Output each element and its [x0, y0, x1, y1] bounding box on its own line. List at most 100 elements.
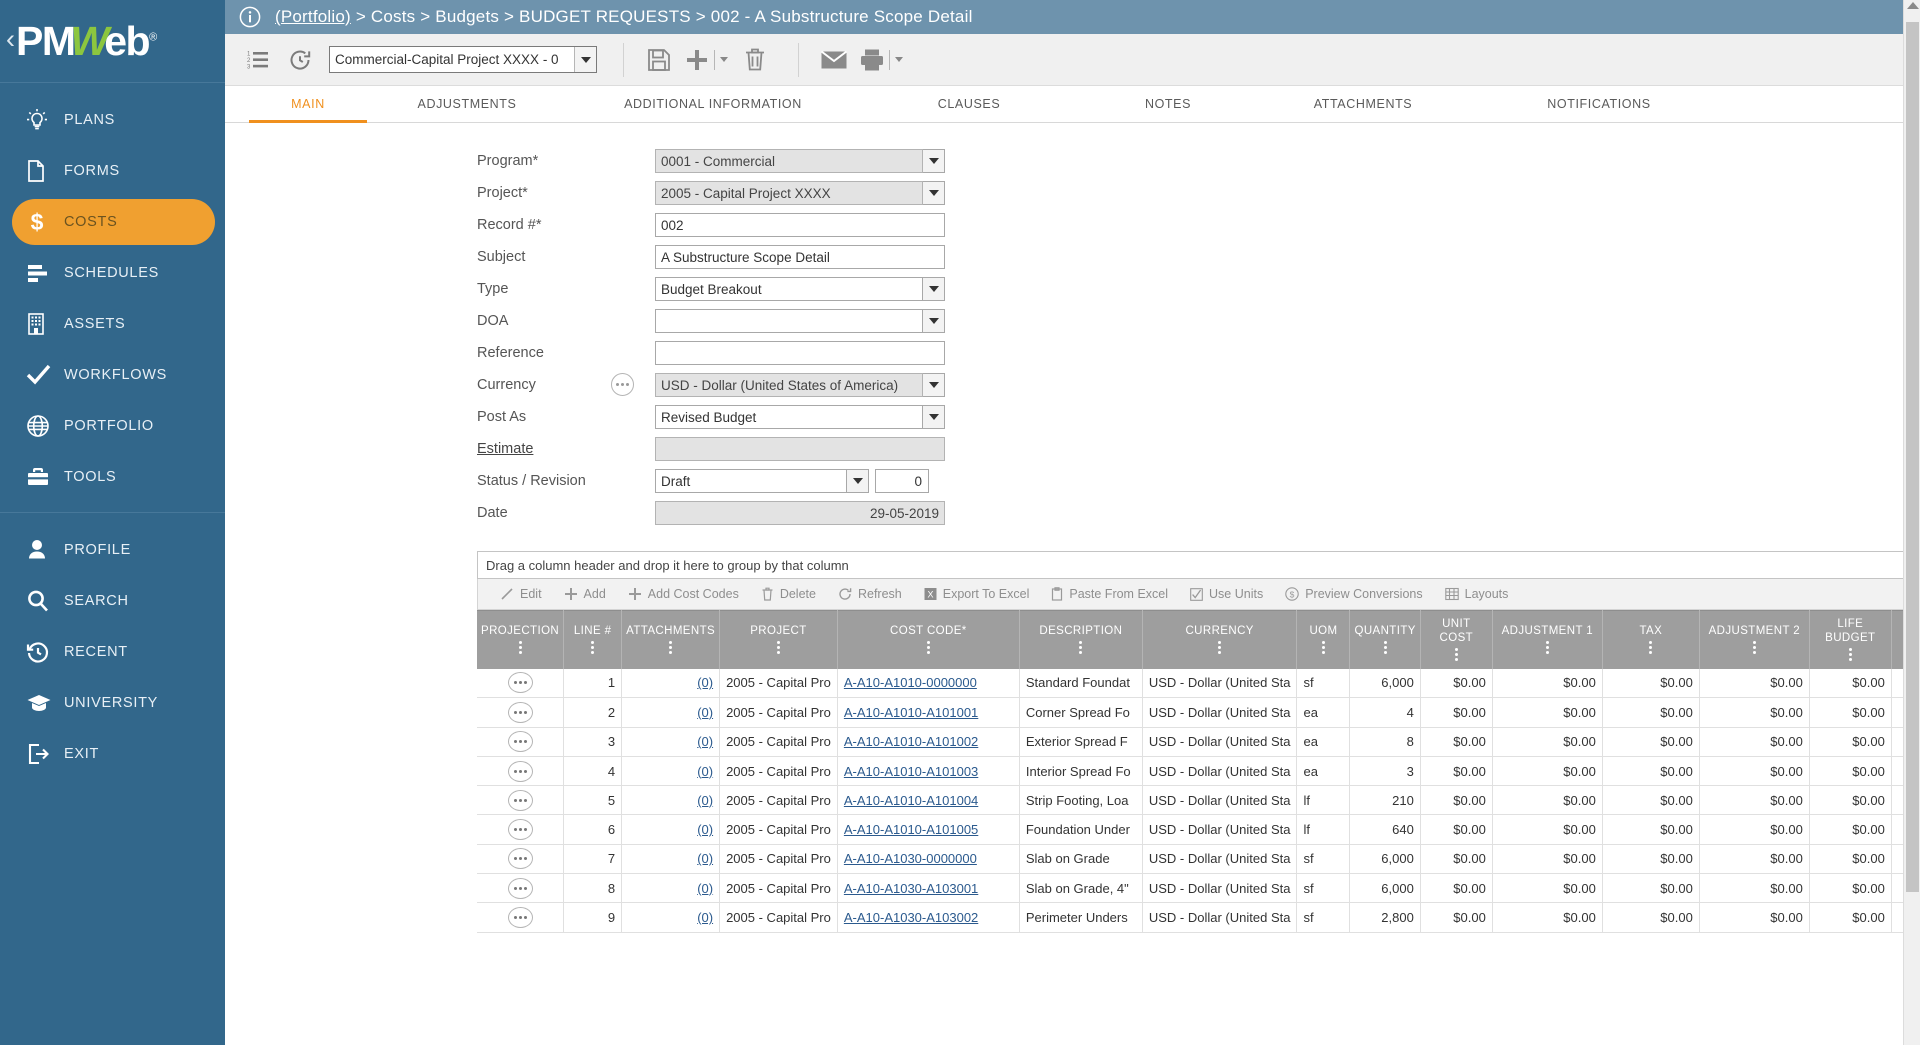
row-menu-button[interactable] — [507, 731, 533, 753]
row-menu-button[interactable] — [507, 672, 533, 694]
table-row[interactable]: 5 (0) 2005 - Capital Pro A-A10-A1010-A10100… — [477, 785, 1920, 816]
program-field[interactable]: 0001 - Commercial — [655, 149, 945, 173]
chevron-down-icon[interactable] — [923, 373, 945, 397]
grid-preview-conversions-button[interactable]: $ Preview Conversions — [1285, 587, 1423, 601]
row-menu-button[interactable] — [507, 907, 533, 929]
column-menu-icon[interactable] — [1383, 640, 1387, 654]
table-row[interactable]: 7 (0) 2005 - Capital Pro A-A10-A1030-000000… — [477, 844, 1920, 875]
row-menu-button[interactable] — [507, 819, 533, 841]
column-header-adjustment-2[interactable]: ADJUSTMENT 2 — [1699, 610, 1810, 669]
column-menu-icon[interactable] — [926, 640, 930, 654]
tab-additional-information[interactable]: ADDITIONAL INFORMATION — [567, 86, 859, 122]
tab-notifications[interactable]: NOTIFICATIONS — [1469, 86, 1729, 122]
column-menu-icon[interactable] — [591, 640, 595, 654]
save-button[interactable] — [638, 39, 680, 81]
page-scrollbar[interactable] — [1903, 0, 1920, 1045]
cost-code-link[interactable]: A-A10-A1010-A101003 — [844, 764, 978, 779]
sidebar-item-costs[interactable]: $ COSTS — [12, 199, 215, 245]
column-header-uom[interactable]: UOM — [1296, 610, 1351, 669]
scrollbar-thumb[interactable] — [1906, 22, 1919, 892]
attachments-link[interactable]: (0) — [697, 881, 713, 896]
table-row[interactable]: 3 (0) 2005 - Capital Pro A-A10-A1010-A10100… — [477, 727, 1920, 757]
cost-code-link[interactable]: A-A10-A1010-A101002 — [844, 734, 978, 749]
column-header-project[interactable]: PROJECT — [719, 610, 838, 669]
sidebar-item-plans[interactable]: PLANS — [12, 97, 215, 143]
grid-paste-excel-button[interactable]: Paste From Excel — [1051, 587, 1168, 601]
subject-field[interactable]: A Substructure Scope Detail — [655, 245, 945, 269]
column-menu-icon[interactable] — [1454, 647, 1458, 661]
row-menu-button[interactable] — [507, 877, 533, 899]
column-menu-icon[interactable] — [669, 640, 673, 654]
add-button[interactable] — [680, 39, 714, 81]
project-field[interactable]: 2005 - Capital Project XXXX — [655, 181, 945, 205]
row-menu-button[interactable] — [507, 848, 533, 870]
row-menu-button[interactable] — [507, 760, 533, 782]
attachments-link[interactable]: (0) — [697, 793, 713, 808]
column-menu-icon[interactable] — [1848, 647, 1852, 661]
estimate-label-link[interactable]: Estimate — [477, 441, 655, 457]
subject-input[interactable]: A Substructure Scope Detail — [655, 245, 945, 269]
column-menu-icon[interactable] — [1752, 640, 1756, 654]
column-header-adjustment-1[interactable]: ADJUSTMENT 1 — [1492, 610, 1603, 669]
cost-code-link[interactable]: A-A10-A1010-A101004 — [844, 793, 978, 808]
sidebar-item-portfolio[interactable]: PORTFOLIO — [12, 403, 215, 449]
grid-add-cost-codes-button[interactable]: Add Cost Codes — [628, 587, 739, 601]
column-header-projection[interactable]: PROJECTION — [477, 610, 565, 669]
attachments-link[interactable]: (0) — [697, 764, 713, 779]
sidebar-item-tools[interactable]: TOOLS — [12, 454, 215, 500]
currency-field[interactable]: USD - Dollar (United States of America) — [611, 373, 945, 397]
sidebar-item-exit[interactable]: EXIT — [12, 731, 215, 777]
breadcrumb-root-link[interactable]: (Portfolio) — [275, 7, 351, 26]
column-header-tax[interactable]: TAX — [1602, 610, 1700, 669]
tab-clauses[interactable]: CLAUSES — [859, 86, 1079, 122]
table-row[interactable]: 4 (0) 2005 - Capital Pro A-A10-A1010-A10100… — [477, 756, 1920, 787]
sidebar-item-assets[interactable]: ASSETS — [12, 301, 215, 347]
doa-field[interactable] — [655, 309, 945, 333]
grid-refresh-button[interactable]: Refresh — [838, 587, 902, 601]
post-as-field[interactable]: Revised Budget — [655, 405, 945, 429]
chevron-down-icon[interactable] — [923, 149, 945, 173]
reference-field[interactable] — [655, 341, 945, 365]
table-row[interactable]: 6 (0) 2005 - Capital Pro A-A10-A1010-A10100… — [477, 814, 1920, 845]
currency-browse-button[interactable] — [611, 373, 634, 396]
checkbox-icon[interactable] — [1190, 587, 1203, 601]
column-menu-icon[interactable] — [1218, 640, 1222, 654]
grid-export-excel-button[interactable]: X Export To Excel — [924, 587, 1029, 601]
column-menu-icon[interactable] — [518, 640, 522, 654]
revision-input[interactable]: 0 — [875, 469, 929, 493]
grid-add-button[interactable]: Add — [564, 587, 606, 601]
grid-edit-button[interactable]: Edit — [500, 587, 542, 601]
reference-input[interactable] — [655, 341, 945, 365]
chevron-down-icon[interactable] — [923, 405, 945, 429]
cost-code-link[interactable]: A-A10-A1030-A103001 — [844, 881, 978, 896]
column-menu-icon[interactable] — [1321, 640, 1325, 654]
info-icon[interactable] — [239, 6, 261, 28]
cost-code-link[interactable]: A-A10-A1030-A103002 — [844, 910, 978, 925]
column-header-life-budget[interactable]: LIFE BUDGET — [1809, 610, 1892, 669]
column-header-unit-cost[interactable]: UNIT COST — [1420, 610, 1493, 669]
column-header-cost-code[interactable]: COST CODE* — [837, 610, 1020, 669]
column-header-attachments[interactable]: ATTACHMENTS — [621, 610, 721, 669]
sidebar-item-search[interactable]: SEARCH — [12, 578, 215, 624]
tab-attachments[interactable]: ATTACHMENTS — [1257, 86, 1469, 122]
history-revert-icon[interactable] — [279, 39, 321, 81]
sidebar-item-forms[interactable]: FORMS — [12, 148, 215, 194]
column-header-description[interactable]: DESCRIPTION — [1019, 610, 1143, 669]
column-header-currency[interactable]: CURRENCY — [1142, 610, 1298, 669]
chevron-down-icon[interactable] — [923, 181, 945, 205]
grid-use-units-checkbox[interactable]: Use Units — [1190, 587, 1263, 601]
chevron-down-icon[interactable] — [923, 309, 945, 333]
numbered-list-icon[interactable]: 123 — [237, 39, 279, 81]
column-header-quantity[interactable]: QUANTITY — [1349, 610, 1421, 669]
attachments-link[interactable]: (0) — [697, 675, 713, 690]
tab-main[interactable]: MAIN — [249, 86, 367, 123]
sidebar-item-workflows[interactable]: WORKFLOWS — [12, 352, 215, 398]
record-field[interactable]: 002 — [655, 213, 945, 237]
attachments-link[interactable]: (0) — [697, 734, 713, 749]
chevron-left-icon[interactable]: ‹ — [6, 25, 15, 53]
chevron-down-icon[interactable] — [895, 57, 903, 62]
row-menu-button[interactable] — [507, 701, 533, 723]
attachments-link[interactable]: (0) — [697, 910, 713, 925]
table-row[interactable]: 9 (0) 2005 - Capital Pro A-A10-A1030-A10300… — [477, 902, 1920, 933]
record-input[interactable]: 002 — [655, 213, 945, 237]
